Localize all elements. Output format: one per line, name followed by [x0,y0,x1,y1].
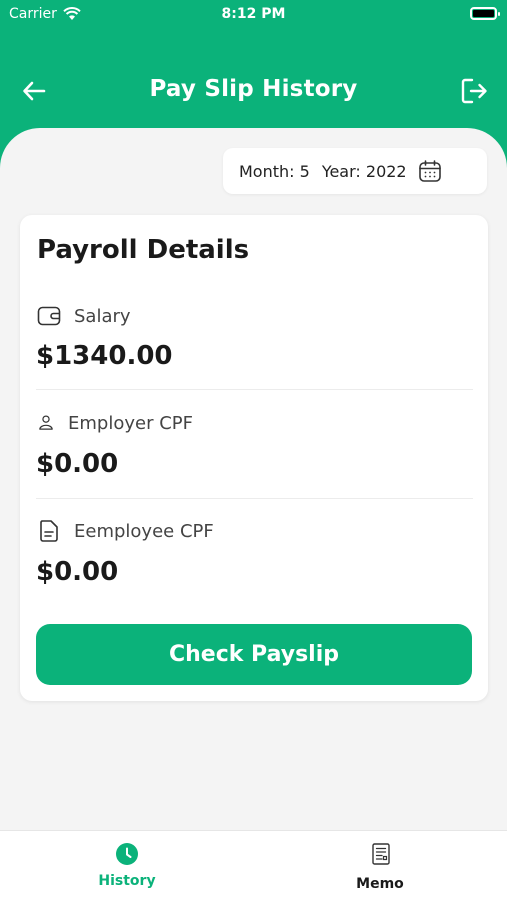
employer-cpf-value: $0.00 [36,449,119,479]
employer-cpf-row-label: Employer CPF [36,410,193,436]
wallet-icon [37,306,61,326]
status-time: 8:12 PM [221,6,286,22]
tab-memo-label: Memo [356,876,404,892]
tab-history[interactable]: History [0,831,254,900]
payroll-card: Payroll Details Salary $1340.00 Employer… [20,215,488,701]
status-bar: Carrier 8:12 PM [0,0,507,30]
logout-icon[interactable] [459,76,489,106]
check-payslip-button[interactable]: Check Payslip [36,624,472,685]
card-title: Payroll Details [37,235,250,265]
year-label: Year: 2022 [321,161,407,181]
document-icon [40,520,58,542]
employer-cpf-label: Employer CPF [68,412,193,434]
tab-memo[interactable]: Memo [253,831,507,900]
user-icon [39,415,53,430]
tab-bar: History Memo [0,830,507,900]
calendar-icon[interactable] [417,158,443,184]
page-title: Pay Slip History [149,76,358,102]
salary-label: Salary [74,305,131,327]
month-label: Month: 5 [239,161,310,181]
battery-icon [470,7,500,20]
employee-cpf-row-label: Eemployee CPF [36,518,214,544]
tab-history-label: History [98,873,156,889]
divider [36,498,473,499]
salary-value: $1340.00 [36,341,173,371]
salary-row-label: Salary [36,303,131,329]
memo-icon [372,843,390,865]
clock-icon [116,843,138,865]
employee-cpf-label: Eemployee CPF [74,520,214,542]
employee-cpf-value: $0.00 [36,557,119,587]
divider [36,389,473,390]
date-filter[interactable]: Month: 5 Year: 2022 [223,148,487,194]
